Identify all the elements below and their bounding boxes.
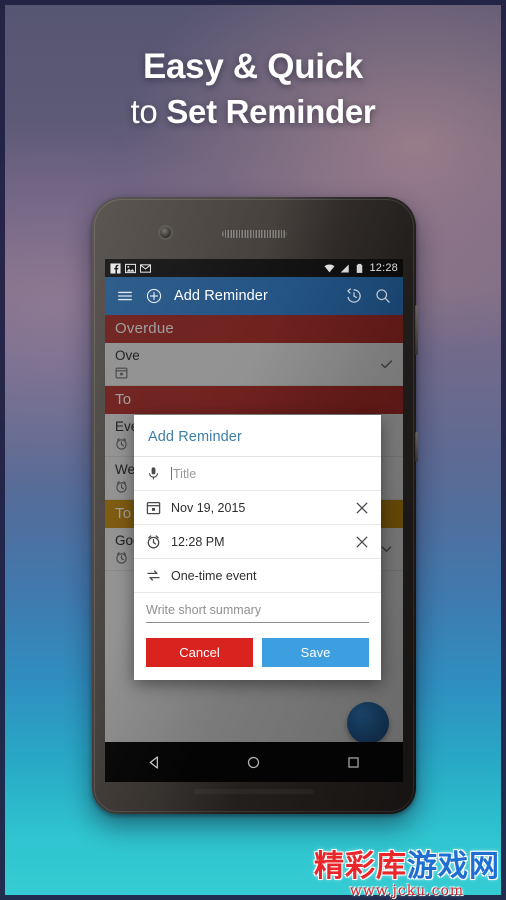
signal-icon bbox=[341, 263, 350, 273]
battery-icon bbox=[357, 263, 363, 273]
repeat-value[interactable]: One-time event bbox=[171, 569, 369, 583]
summary-field-row[interactable]: Write short summary bbox=[134, 593, 381, 627]
headline-line-2-bold: Set Reminder bbox=[166, 92, 376, 130]
headline: Easy & Quick to Set Reminder bbox=[0, 44, 506, 133]
home-circle-icon[interactable] bbox=[245, 754, 262, 771]
watermark-text-red: 精彩库 bbox=[314, 849, 407, 884]
hamburger-menu-icon[interactable] bbox=[116, 287, 134, 305]
power-button[interactable] bbox=[415, 432, 418, 462]
close-icon[interactable] bbox=[355, 501, 369, 515]
bottom-speaker bbox=[194, 789, 314, 794]
status-bar-system: 12:28 bbox=[324, 262, 398, 274]
title-placeholder: Title bbox=[173, 466, 197, 481]
time-value[interactable]: 12:28 PM bbox=[171, 535, 345, 549]
phone-mockup: 12:28 Add Reminder Overdue Ove To Eve We… bbox=[92, 197, 418, 814]
headline-line-1: Easy & Quick bbox=[142, 47, 364, 86]
title-field-row[interactable]: Title bbox=[134, 457, 381, 491]
repeat-field-row[interactable]: One-time event bbox=[134, 559, 381, 593]
time-field-row[interactable]: 12:28 PM bbox=[134, 525, 381, 559]
alarm-clock-icon bbox=[146, 534, 161, 549]
volume-button[interactable] bbox=[415, 305, 418, 355]
facebook-icon bbox=[110, 262, 121, 274]
status-bar: 12:28 bbox=[105, 259, 403, 277]
reminder-list: Overdue Ove To Eve We To Goo Add Reminde… bbox=[105, 315, 403, 742]
microphone-icon[interactable] bbox=[146, 466, 161, 481]
dialog-title: Add Reminder bbox=[134, 415, 381, 457]
status-bar-notifications bbox=[110, 262, 151, 274]
back-triangle-icon[interactable] bbox=[146, 754, 163, 771]
cancel-button[interactable]: Cancel bbox=[146, 638, 253, 667]
android-nav-bar bbox=[105, 742, 403, 782]
save-button[interactable]: Save bbox=[262, 638, 369, 667]
watermark-url: www.jcku.com bbox=[349, 883, 465, 899]
watermark-text-blue: 游戏网 bbox=[407, 849, 500, 884]
close-icon[interactable] bbox=[355, 535, 369, 549]
date-field-row[interactable]: Nov 19, 2015 bbox=[134, 491, 381, 525]
calendar-icon bbox=[146, 500, 161, 515]
headline-line-2-light: to bbox=[130, 92, 167, 130]
app-toolbar: Add Reminder bbox=[105, 277, 403, 315]
front-camera-icon bbox=[160, 227, 171, 238]
plus-circle-icon[interactable] bbox=[145, 287, 163, 305]
search-icon[interactable] bbox=[374, 287, 392, 305]
mail-icon bbox=[140, 263, 151, 273]
text-cursor bbox=[171, 466, 172, 480]
headline-line-2: to Set Reminder bbox=[0, 90, 506, 134]
earpiece-speaker bbox=[222, 230, 287, 238]
date-value[interactable]: Nov 19, 2015 bbox=[171, 501, 345, 515]
title-input[interactable]: Title bbox=[171, 466, 369, 481]
repeat-icon bbox=[146, 568, 161, 583]
watermark: 精彩库游戏网 www.jcku.com bbox=[314, 852, 500, 899]
status-bar-clock: 12:28 bbox=[369, 262, 398, 274]
history-icon[interactable] bbox=[345, 287, 363, 305]
watermark-text: 精彩库游戏网 bbox=[314, 852, 500, 882]
recents-square-icon[interactable] bbox=[345, 754, 362, 771]
toolbar-title: Add Reminder bbox=[174, 288, 268, 304]
summary-input[interactable]: Write short summary bbox=[146, 603, 369, 623]
dialog-actions: Cancel Save bbox=[134, 627, 381, 680]
image-icon bbox=[125, 263, 136, 273]
wifi-icon bbox=[325, 264, 335, 272]
promo-banner: Easy & Quick to Set Reminder 12:28 Add R… bbox=[0, 0, 506, 900]
phone-screen: 12:28 Add Reminder Overdue Ove To Eve We… bbox=[105, 259, 403, 742]
add-reminder-dialog: Add Reminder Title Nov 19, 2015 12:28 PM… bbox=[134, 415, 381, 680]
